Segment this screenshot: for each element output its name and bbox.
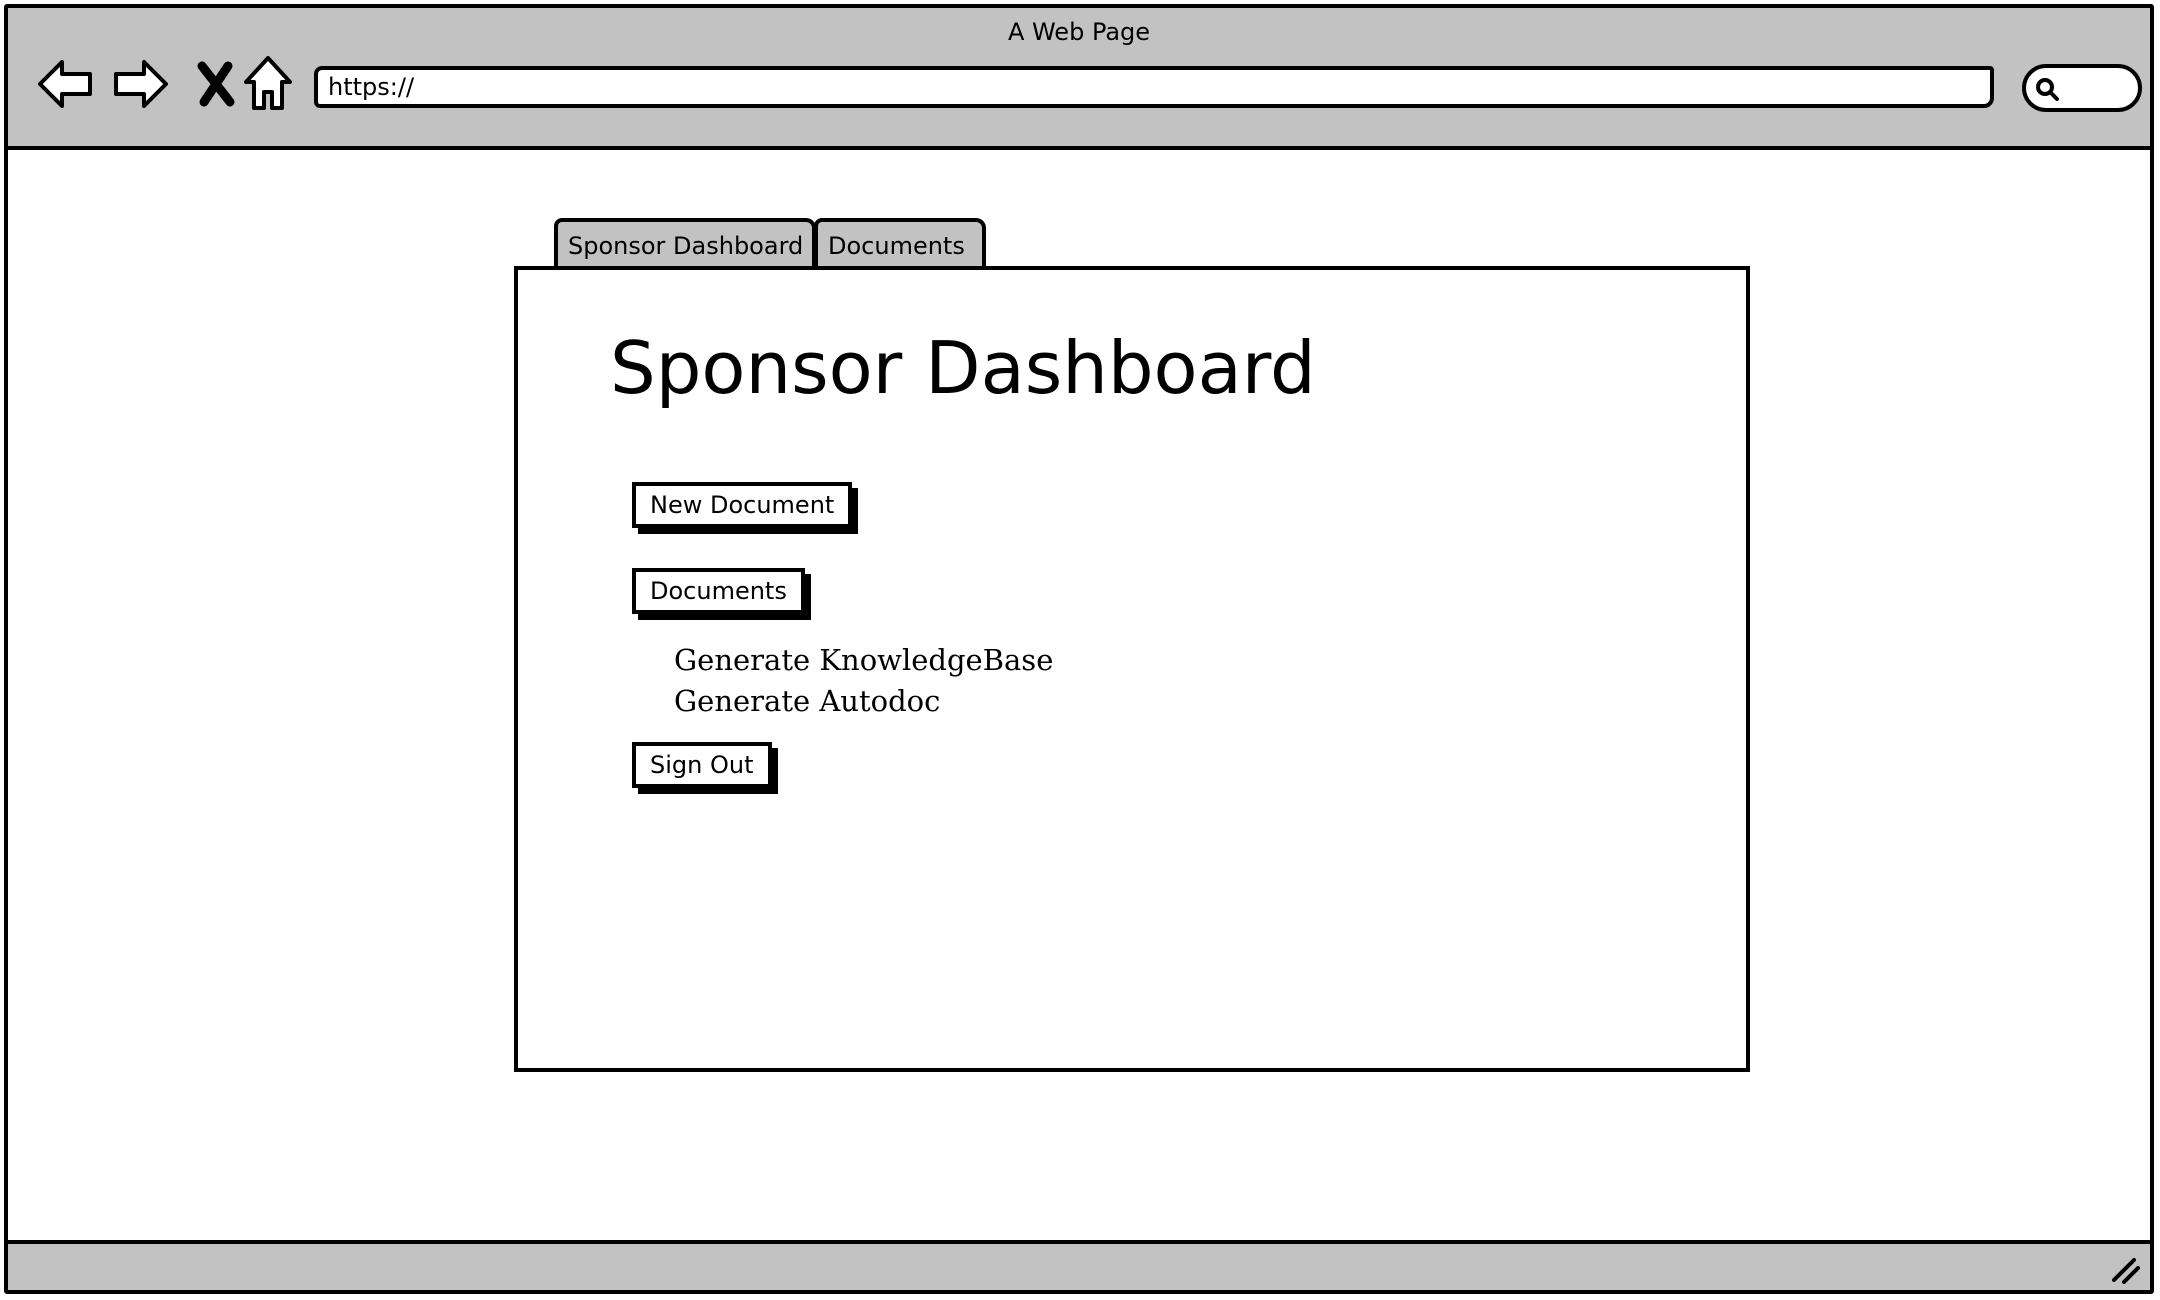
- browser-toolbar: A Web Page https://: [8, 8, 2150, 150]
- forward-arrow-icon[interactable]: [108, 52, 172, 116]
- search-input[interactable]: [2022, 64, 2142, 112]
- document-actions-list: Generate KnowledgeBase Generate Autodoc: [674, 640, 1053, 722]
- tab-documents[interactable]: Documents: [814, 218, 986, 272]
- browser-window: A Web Page https:// Sponsor Dashboard Do…: [4, 4, 2154, 1294]
- resize-grip-icon[interactable]: [2106, 1250, 2140, 1284]
- url-input[interactable]: https://: [314, 66, 1994, 108]
- home-icon[interactable]: [236, 52, 300, 116]
- search-icon: [2036, 78, 2059, 101]
- status-bar: [8, 1240, 2150, 1290]
- sign-out-button[interactable]: Sign Out: [632, 742, 772, 788]
- window-title: A Web Page: [1007, 18, 1151, 46]
- tab-content-panel: Sponsor Dashboard New Document Documents…: [514, 266, 1750, 1072]
- documents-button[interactable]: Documents: [632, 568, 805, 614]
- generate-knowledgebase-link[interactable]: Generate KnowledgeBase: [674, 640, 1053, 681]
- generate-autodoc-link[interactable]: Generate Autodoc: [674, 681, 1053, 722]
- page-title: Sponsor Dashboard: [610, 326, 1316, 410]
- tab-sponsor-dashboard[interactable]: Sponsor Dashboard: [554, 218, 816, 272]
- back-arrow-icon[interactable]: [34, 52, 98, 116]
- new-document-button[interactable]: New Document: [632, 482, 853, 528]
